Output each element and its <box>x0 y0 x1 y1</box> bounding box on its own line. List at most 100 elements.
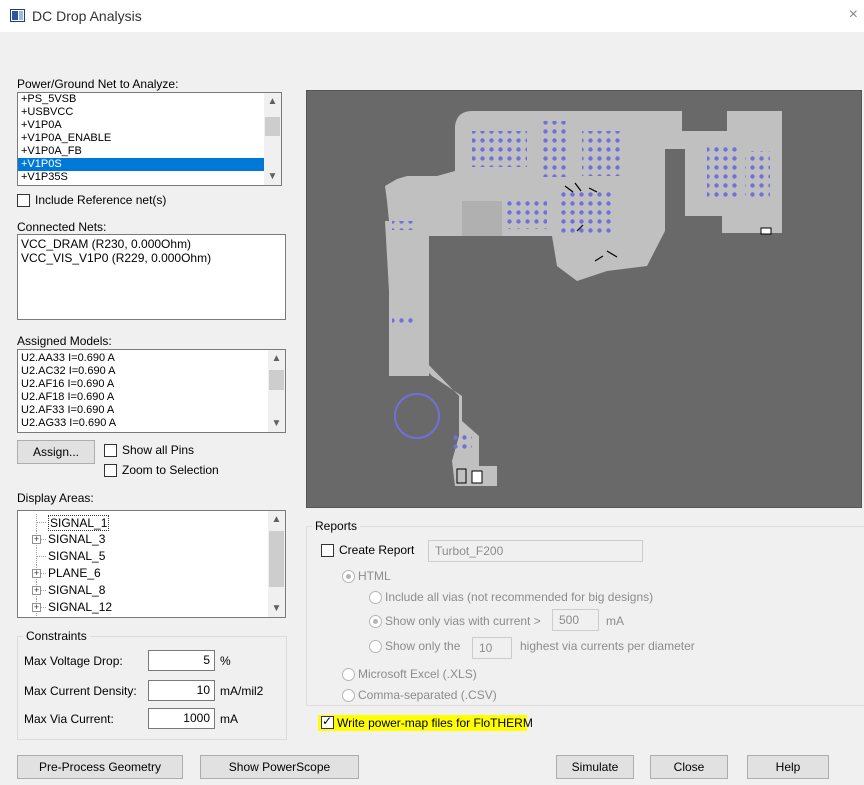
max-current-density-input[interactable]: 10 <box>148 680 215 701</box>
list-item[interactable]: +PS_5VSB <box>18 93 281 106</box>
excel-label: Microsoft Excel (.XLS) <box>358 667 477 681</box>
display-areas-tree[interactable]: SIGNAL_1 + SIGNAL_3 SIGNAL_5 + PLANE_6 + SIGNAL… <box>17 510 286 618</box>
max-voltage-drop-unit: % <box>220 654 231 668</box>
show-powerscope-button[interactable]: Show PowerScope <box>200 755 359 779</box>
component <box>471 470 483 484</box>
list-item[interactable]: +V1P0A <box>18 119 281 132</box>
list-item[interactable]: U2.AA33 I=0.690 A <box>18 352 285 365</box>
via-cluster <box>539 121 569 177</box>
list-item[interactable]: +V1P0A_FB <box>18 145 281 158</box>
max-voltage-drop-input[interactable]: 5 <box>148 650 215 671</box>
create-report-label: Create Report <box>339 543 415 557</box>
scroll-up-icon[interactable]: ▲ <box>264 93 281 110</box>
via-cluster <box>392 221 417 230</box>
list-item[interactable]: U2.AF33 I=0.690 A <box>18 404 285 417</box>
scroll-down-icon[interactable]: ▼ <box>264 168 281 185</box>
show-all-pins-checkbox[interactable] <box>104 444 117 457</box>
scroll-up-icon[interactable]: ▲ <box>268 511 285 528</box>
expand-icon[interactable]: + <box>32 535 41 544</box>
expand-icon[interactable]: + <box>32 586 41 595</box>
power-net-scrollbar[interactable]: ▲ ▼ <box>264 93 281 185</box>
via-current-threshold-input[interactable]: 500 <box>552 609 599 631</box>
power-net-label: Power/Ground Net to Analyze: <box>17 77 179 91</box>
display-areas-scrollbar[interactable]: ▲ ▼ <box>268 511 285 617</box>
excel-radio[interactable] <box>342 668 355 681</box>
tree-connector <box>36 556 46 557</box>
tree-item[interactable]: + PLANE_6 <box>28 565 285 582</box>
power-net-list[interactable]: +PS_5VSB +USBVCC +V1P0A +V1P0A_ENABLE +V1P0A… <box>17 92 282 186</box>
tree-item[interactable]: + SIGNAL_8 <box>28 582 285 599</box>
help-button[interactable]: Help <box>747 755 829 779</box>
assign-button[interactable]: Assign... <box>17 440 95 464</box>
board-preview[interactable] <box>306 90 862 508</box>
scroll-thumb[interactable] <box>265 117 280 136</box>
list-item[interactable]: +USBVCC <box>18 106 281 119</box>
create-report-checkbox[interactable] <box>321 544 334 557</box>
models-scrollbar[interactable]: ▲ ▼ <box>268 350 285 432</box>
scroll-down-icon[interactable]: ▼ <box>268 415 285 432</box>
via-current-unit: mA <box>606 614 624 628</box>
zoom-to-selection-checkbox[interactable] <box>104 464 117 477</box>
show-only-the-radio[interactable] <box>369 640 382 653</box>
tree-item-label: SIGNAL_3 <box>48 532 106 546</box>
close-button[interactable]: Close <box>650 755 728 779</box>
max-via-current-input[interactable]: 1000 <box>148 708 215 729</box>
tree-item-label: SIGNAL_1 <box>48 515 110 531</box>
list-item[interactable]: U2.AG33 I=0.690 A <box>18 417 285 430</box>
tree-item[interactable]: SIGNAL_1 <box>28 514 285 531</box>
preprocess-geometry-button[interactable]: Pre-Process Geometry <box>17 755 183 779</box>
connected-nets-list[interactable]: VCC_DRAM (R230, 0.000Ohm) VCC_VIS_V1P0 (… <box>17 234 286 320</box>
list-item[interactable]: +V1P35S <box>18 171 281 184</box>
flotherm-label: Write power-map files for FloTHERM <box>337 716 533 730</box>
list-item[interactable]: +V1P0S <box>18 158 281 171</box>
csv-radio[interactable] <box>342 689 355 702</box>
display-areas-label: Display Areas: <box>17 491 94 505</box>
board-plane-strip <box>389 216 429 376</box>
list-item[interactable]: +V1P0A_ENABLE <box>18 132 281 145</box>
flotherm-checkbox[interactable] <box>321 714 334 729</box>
window-title: DC Drop Analysis <box>32 8 142 24</box>
via-cluster <box>745 151 770 201</box>
show-all-pins-label: Show all Pins <box>122 443 195 457</box>
html-radio[interactable] <box>342 570 355 583</box>
max-current-density-unit: mA/mil2 <box>220 684 264 698</box>
scroll-down-icon[interactable]: ▼ <box>268 600 285 617</box>
simulate-button[interactable]: Simulate <box>556 755 634 779</box>
expand-icon[interactable]: + <box>32 569 41 578</box>
list-item[interactable]: VCC_DRAM (R230, 0.000Ohm) <box>18 238 285 252</box>
list-item[interactable]: U2.AF16 I=0.690 A <box>18 378 285 391</box>
via-cluster <box>707 146 737 201</box>
board-region <box>462 201 502 236</box>
include-all-vias-radio[interactable] <box>369 591 382 604</box>
board-layout-graphic <box>385 111 782 486</box>
show-only-vias-radio[interactable] <box>369 615 382 628</box>
tree-item[interactable]: + SIGNAL_3 <box>28 531 285 548</box>
tree-connector <box>36 522 46 523</box>
expand-icon[interactable]: + <box>32 603 41 612</box>
tree-item[interactable]: SIGNAL_5 <box>28 548 285 565</box>
include-reference-label: Include Reference net(s) <box>35 193 167 207</box>
report-name-input[interactable]: Turbot_F200 <box>428 540 643 562</box>
constraints-title: Constraints <box>23 629 90 643</box>
max-via-current-label: Max Via Current: <box>24 712 114 726</box>
tree-item[interactable]: + SIGNAL_12 <box>28 599 285 616</box>
list-item[interactable]: VCC_VIS_V1P0 (R229, 0.000Ohm) <box>18 252 285 266</box>
scroll-up-icon[interactable]: ▲ <box>268 350 285 367</box>
list-item[interactable]: U2.AF18 I=0.690 A <box>18 391 285 404</box>
close-icon[interactable]: × <box>849 6 858 24</box>
csv-label: Comma-separated (.CSV) <box>358 688 497 702</box>
show-only-vias-label: Show only vias with current > <box>385 614 541 628</box>
max-via-current-unit: mA <box>220 712 238 726</box>
top-count-input[interactable]: 10 <box>472 637 512 659</box>
include-all-vias-label: Include all vias (not recommended for bi… <box>385 590 654 604</box>
via-cluster <box>582 131 622 176</box>
show-only-the-suffix: highest via currents per diameter <box>520 639 695 653</box>
scroll-thumb[interactable] <box>269 370 284 390</box>
html-label: HTML <box>358 569 391 583</box>
assigned-models-list[interactable]: U2.AA33 I=0.690 A U2.AC32 I=0.690 A U2.AF1… <box>17 349 286 433</box>
tree-item-label: SIGNAL_12 <box>48 600 113 614</box>
app-icon <box>10 9 25 22</box>
include-reference-checkbox[interactable] <box>17 194 30 207</box>
scroll-thumb[interactable] <box>269 531 284 587</box>
list-item[interactable]: U2.AC32 I=0.690 A <box>18 365 285 378</box>
